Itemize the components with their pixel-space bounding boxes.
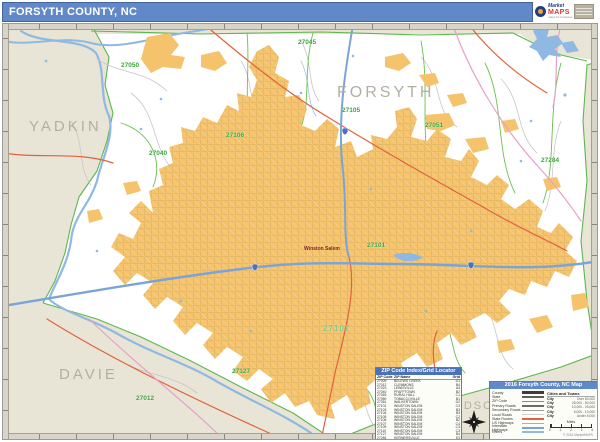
zip-label-27106: 27106 (226, 132, 244, 139)
grid-ruler-top (3, 24, 598, 30)
publisher-logo: Market MAPS maps for business (535, 1, 598, 22)
map-legend: 2016 Forsyth County, NC Map County State (489, 381, 598, 440)
legend-swatch (522, 427, 544, 429)
legend-cities-header: Cities and Towns (547, 391, 595, 397)
logo-address-badge (574, 4, 594, 19)
legend-swatch (522, 410, 544, 411)
page-title: FORSYTH COUNTY, NC (2, 2, 533, 22)
zip-index-rows: 27009 BELEWS CREEK D1 27012 CLEMMONS B4 … (376, 380, 461, 440)
map-canvas: YADKIN FORSYTH DAVIE DAVIDSON 27050 2704… (2, 23, 598, 440)
logo-globe-icon (535, 6, 546, 17)
legend-swatch (522, 423, 544, 425)
legend-swatch (522, 396, 544, 398)
county-label-yadkin: YADKIN (29, 118, 102, 135)
zip-label-27107: 27107 (323, 324, 350, 333)
zip-label-27045: 27045 (298, 39, 316, 46)
legend-swatch (522, 405, 544, 407)
legend-city-row: City Under 5,000 (547, 414, 595, 418)
legend-line-items: County State ZIP Code (492, 391, 544, 437)
legend-swatch (522, 391, 544, 394)
grid-ruler-left (3, 24, 9, 440)
copyright-text: © 2016 MarketMAPS (547, 433, 595, 437)
county-label-forsyth: FORSYTH (337, 84, 434, 102)
grid-ruler-right (591, 24, 597, 440)
zip-index-table: ZIP Code Index/Grid Locator ZIP Code ZIP… (375, 367, 462, 440)
legend-title: 2016 Forsyth County, NC Map (490, 382, 597, 389)
legend-swatch (522, 401, 544, 403)
zip-label-27040: 27040 (149, 150, 167, 157)
zip-label-27127: 27127 (232, 368, 250, 375)
zip-label-27101: 27101 (367, 242, 385, 249)
zip-label-27284: 27284 (541, 157, 559, 164)
scale-bar: Miles 01234 (547, 420, 595, 432)
scale-ticks: 01234 (549, 428, 593, 432)
zip-label-27050: 27050 (121, 62, 139, 69)
zip-index-title: ZIP Code Index/Grid Locator (376, 368, 461, 375)
zip-label-27051: 27051 (425, 122, 443, 129)
zip-label-27012: 27012 (136, 395, 154, 402)
county-label-davie: DAVIE (59, 366, 118, 383)
table-row: 27284 KERNERSVILLE E3 (376, 437, 461, 440)
city-label-winston-salem: Winston Salem (304, 246, 340, 252)
legend-city-rows: City Over 50,000 City 25,000 - 50,000 Ci… (547, 397, 595, 418)
zip-label-27105: 27105 (342, 107, 360, 114)
logo-tagline: maps for business (548, 16, 572, 19)
legend-swatch (522, 431, 544, 433)
legend-swatch (522, 418, 544, 420)
legend-swatch (522, 414, 544, 415)
map-sheet: FORSYTH COUNTY, NC Market MAPS maps for … (0, 0, 600, 442)
